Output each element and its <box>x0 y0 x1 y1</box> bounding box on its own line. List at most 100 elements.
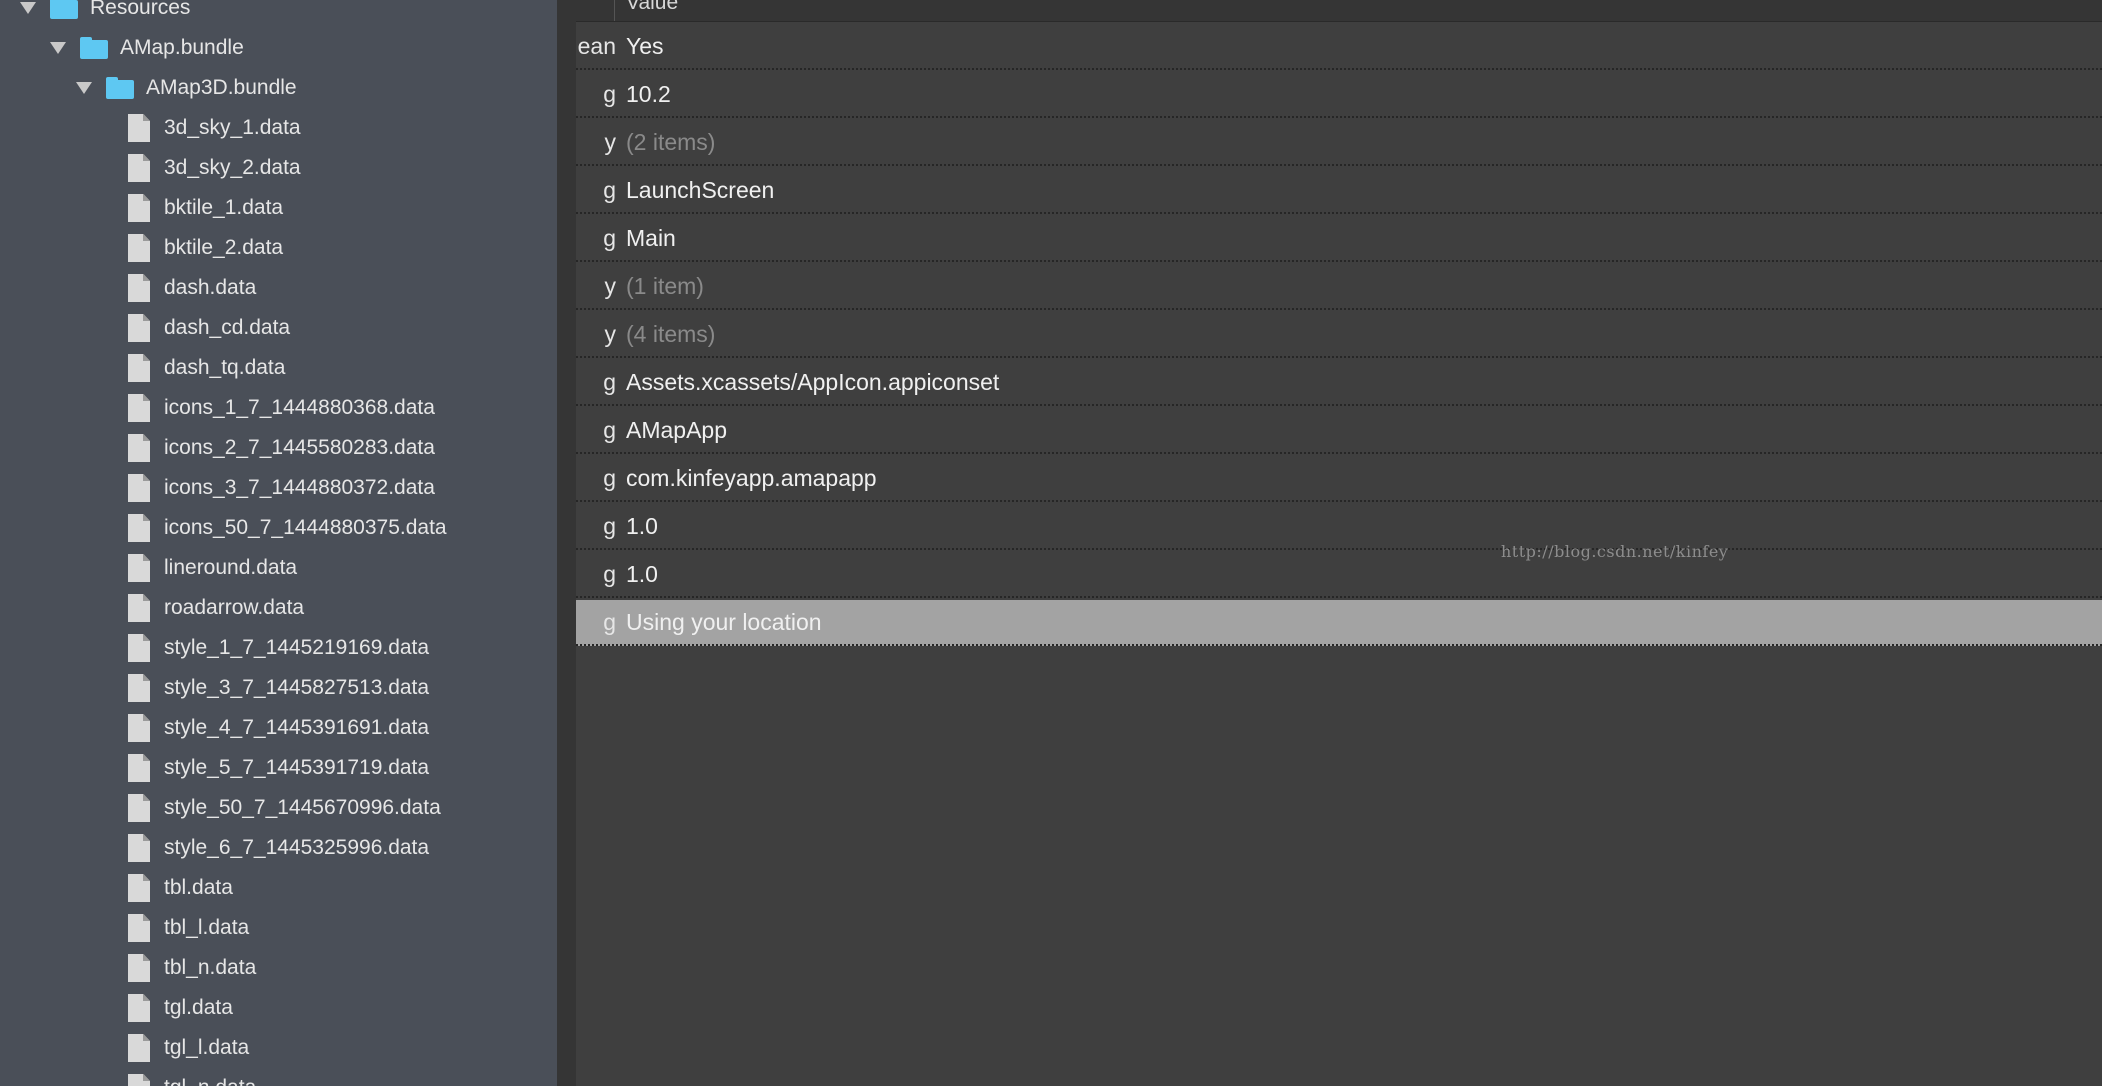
tree-file-row[interactable]: tgl_n.data <box>0 1068 557 1086</box>
tree-file-row[interactable]: roadarrow.data <box>0 588 557 628</box>
tree-file-row[interactable]: tbl_n.data <box>0 948 557 988</box>
watermark-text: http://blog.csdn.net/kinfey <box>1501 542 1729 561</box>
plist-row[interactable]: g 1.0 <box>576 504 2102 550</box>
plist-value-cell[interactable]: (4 items) <box>626 321 715 348</box>
xcode-window: Resources AMap.bundle AMap3D.bundle 3d_sky_… <box>0 0 2102 1086</box>
tree-file-row[interactable]: style_5_7_1445391719.data <box>0 748 557 788</box>
plist-type-label: g <box>603 224 616 251</box>
plist-value-cell[interactable]: 1.0 <box>626 561 658 588</box>
plist-row[interactable]: y (4 items) <box>576 312 2102 358</box>
document-icon <box>128 554 150 582</box>
tree-item-label: lineround.data <box>164 556 298 579</box>
tree-file-row[interactable]: 3d_sky_1.data <box>0 108 557 148</box>
tree-item-label: 3d_sky_1.data <box>164 116 301 139</box>
plist-type-cell[interactable]: g <box>576 609 616 636</box>
tree-item-label: tgl.data <box>164 996 233 1019</box>
tree-file-row[interactable]: style_1_7_1445219169.data <box>0 628 557 668</box>
tree-item-label: style_6_7_1445325996.data <box>164 836 430 859</box>
disclosure-triangle-icon[interactable] <box>20 2 36 14</box>
plist-row[interactable]: g AMapApp <box>576 408 2102 454</box>
plist-type-label: g <box>603 512 616 539</box>
plist-type-cell[interactable]: g <box>576 561 616 588</box>
plist-row[interactable]: g Main <box>576 216 2102 262</box>
tree-item-label: tgl_l.data <box>164 1036 250 1059</box>
plist-row[interactable]: g 1.0 <box>576 552 2102 598</box>
tree-item-label: style_5_7_1445391719.data <box>164 756 430 779</box>
disclosure-triangle-icon[interactable] <box>50 42 66 54</box>
plist-value-cell[interactable]: 10.2 <box>626 81 671 108</box>
column-divider[interactable] <box>614 0 615 21</box>
tree-file-row[interactable]: tgl.data <box>0 988 557 1028</box>
folder-icon <box>106 77 134 99</box>
document-icon <box>128 354 150 382</box>
tree-file-row[interactable]: icons_1_7_1444880368.data <box>0 388 557 428</box>
pane-divider[interactable] <box>557 0 576 1086</box>
plist-row[interactable]: g 10.2 <box>576 72 2102 118</box>
plist-row[interactable]: g com.kinfeyapp.amapapp <box>576 456 2102 502</box>
tree-item-label: icons_50_7_1444880375.data <box>164 516 447 539</box>
tree-file-row[interactable]: style_6_7_1445325996.data <box>0 828 557 868</box>
document-icon <box>128 994 150 1022</box>
tree-file-row[interactable]: icons_3_7_1444880372.data <box>0 468 557 508</box>
plist-row[interactable]: y (1 item) <box>576 264 2102 310</box>
plist-type-cell[interactable]: y <box>576 320 617 348</box>
plist-type-label: y <box>604 320 617 347</box>
tree-file-row[interactable]: tgl_l.data <box>0 1028 557 1068</box>
plist-type-cell[interactable]: g <box>576 177 616 204</box>
document-icon <box>128 1034 150 1062</box>
plist-type-label: g <box>603 176 616 203</box>
plist-row[interactable]: y (2 items) <box>576 120 2102 166</box>
tree-file-row[interactable]: tbl_l.data <box>0 908 557 948</box>
plist-value-cell[interactable]: Assets.xcassets/AppIcon.appiconset <box>626 369 999 396</box>
plist-type-cell[interactable]: g <box>576 513 616 540</box>
tree-item-label: roadarrow.data <box>164 596 305 619</box>
plist-value-cell[interactable]: Main <box>626 225 676 252</box>
tree-folder-row[interactable]: Resources <box>0 0 557 28</box>
tree-item-label: dash_cd.data <box>164 316 291 339</box>
plist-value-cell[interactable]: Using your location <box>626 609 822 636</box>
tree-file-row[interactable]: style_4_7_1445391691.data <box>0 708 557 748</box>
plist-row[interactable]: g Assets.xcassets/AppIcon.appiconset <box>576 360 2102 406</box>
tree-file-row[interactable]: style_50_7_1445670996.data <box>0 788 557 828</box>
plist-type-cell[interactable]: g <box>576 417 616 444</box>
value-column-header[interactable]: Value <box>626 0 678 15</box>
tree-file-row[interactable]: lineround.data <box>0 548 557 588</box>
tree-item-label: Resources <box>90 0 191 19</box>
tree-folder-row[interactable]: AMap3D.bundle <box>0 68 557 108</box>
plist-value-cell[interactable]: com.kinfeyapp.amapapp <box>626 465 877 492</box>
tree-file-row[interactable]: bktile_1.data <box>0 188 557 228</box>
tree-file-row[interactable]: dash_cd.data <box>0 308 557 348</box>
tree-file-row[interactable]: dash.data <box>0 268 557 308</box>
plist-row[interactable]: ean Yes <box>576 24 2102 70</box>
disclosure-triangle-icon[interactable] <box>76 82 92 94</box>
tree-file-row[interactable]: 3d_sky_2.data <box>0 148 557 188</box>
document-icon <box>128 234 150 262</box>
plist-value-cell[interactable]: (2 items) <box>626 129 715 156</box>
tree-item-label: AMap.bundle <box>120 36 244 59</box>
plist-type-cell[interactable]: y <box>576 129 617 156</box>
tree-file-row[interactable]: dash_tq.data <box>0 348 557 388</box>
tree-file-row[interactable]: bktile_2.data <box>0 228 557 268</box>
plist-type-cell[interactable]: g <box>576 369 616 396</box>
plist-editor: Value ean Yes g 10.2 y (2 items) g LaunchScreen… <box>576 0 2102 1086</box>
plist-type-cell[interactable]: g <box>576 81 616 108</box>
tree-file-row[interactable]: tbl.data <box>0 868 557 908</box>
tree-item-label: style_3_7_1445827513.data <box>164 676 430 699</box>
tree-folder-row[interactable]: AMap.bundle <box>0 28 557 68</box>
document-icon <box>128 1074 150 1086</box>
plist-type-cell[interactable]: g <box>576 225 616 252</box>
plist-row[interactable]: g LaunchScreen <box>576 168 2102 214</box>
tree-file-row[interactable]: style_3_7_1445827513.data <box>0 668 557 708</box>
plist-row-selected[interactable]: g Using your location <box>576 600 2102 646</box>
plist-type-cell[interactable]: ean <box>576 33 616 60</box>
tree-file-row[interactable]: icons_2_7_1445580283.data <box>0 428 557 468</box>
plist-value-cell[interactable]: LaunchScreen <box>626 177 774 204</box>
plist-type-label: y <box>604 272 617 299</box>
tree-file-row[interactable]: icons_50_7_1444880375.data <box>0 508 557 548</box>
plist-value-cell[interactable]: 1.0 <box>626 513 658 540</box>
plist-value-cell[interactable]: (1 item) <box>626 273 704 300</box>
plist-type-cell[interactable]: y <box>576 272 617 300</box>
plist-value-cell[interactable]: Yes <box>626 33 664 60</box>
plist-type-cell[interactable]: g <box>576 465 616 492</box>
plist-value-cell[interactable]: AMapApp <box>626 417 727 444</box>
